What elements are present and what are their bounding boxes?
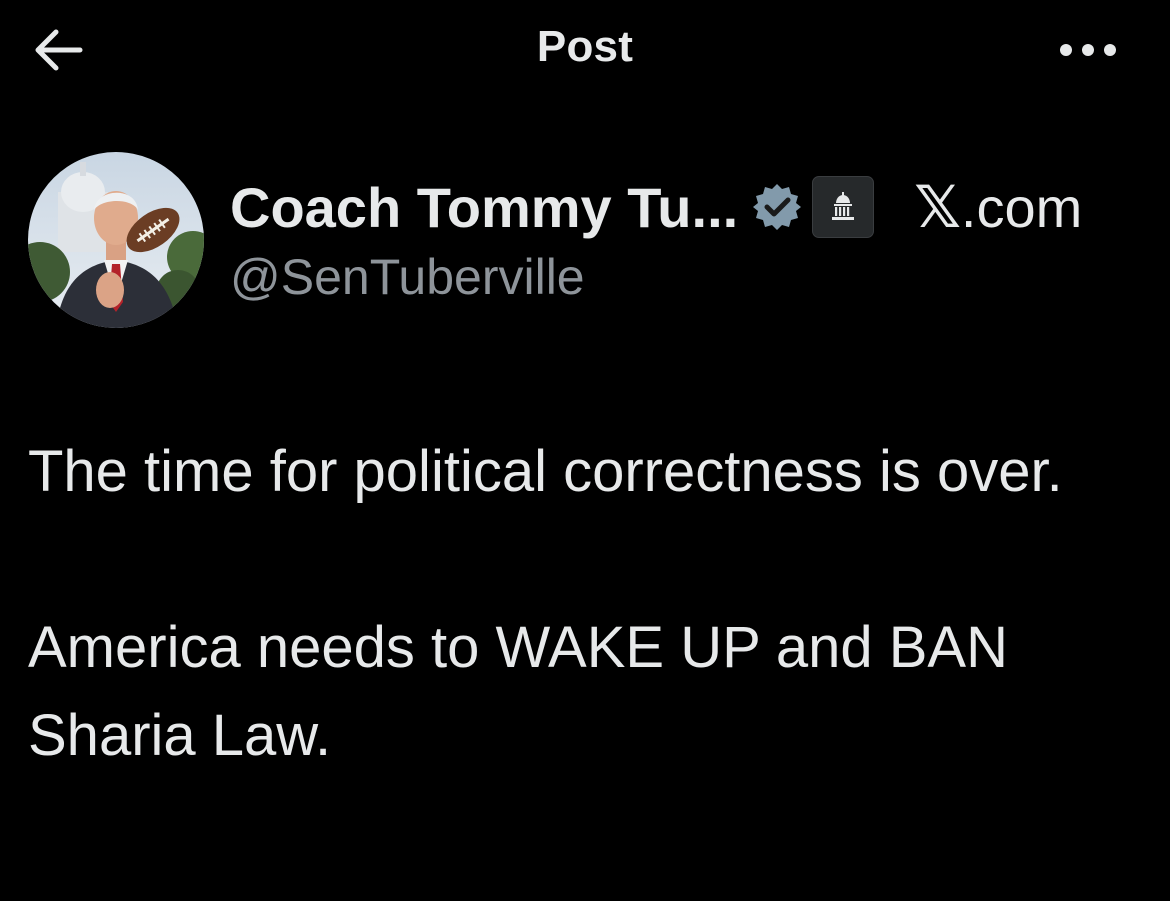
post-paragraph: America needs to WAKE UP and BAN Sharia … bbox=[28, 615, 1008, 768]
x-logo: 𝕏 bbox=[914, 173, 961, 241]
verified-badge-icon bbox=[752, 182, 802, 232]
post-author-header: Coach Tommy Tu... 𝕏 .com @SenTuberville bbox=[28, 152, 1148, 332]
page-title: Post bbox=[536, 22, 634, 71]
top-bar: Post bbox=[0, 0, 1170, 100]
author-handle[interactable]: @SenTuberville bbox=[230, 248, 585, 306]
source-link[interactable]: 𝕏 .com bbox=[914, 173, 1082, 241]
author-name-line: Coach Tommy Tu... 𝕏 .com bbox=[230, 173, 1082, 241]
more-options-button[interactable] bbox=[1056, 30, 1120, 70]
more-horizontal-icon bbox=[1060, 44, 1116, 56]
government-building-icon bbox=[832, 192, 855, 220]
profile-photo bbox=[28, 152, 204, 328]
post-text: The time for political correctness is ov… bbox=[28, 428, 1148, 780]
government-affiliation-badge[interactable] bbox=[812, 176, 875, 238]
post-paragraph: The time for political correctness is ov… bbox=[28, 439, 1063, 504]
source-label: .com bbox=[960, 175, 1083, 239]
avatar[interactable] bbox=[28, 152, 204, 328]
author-display-name[interactable]: Coach Tommy Tu... bbox=[230, 175, 738, 240]
